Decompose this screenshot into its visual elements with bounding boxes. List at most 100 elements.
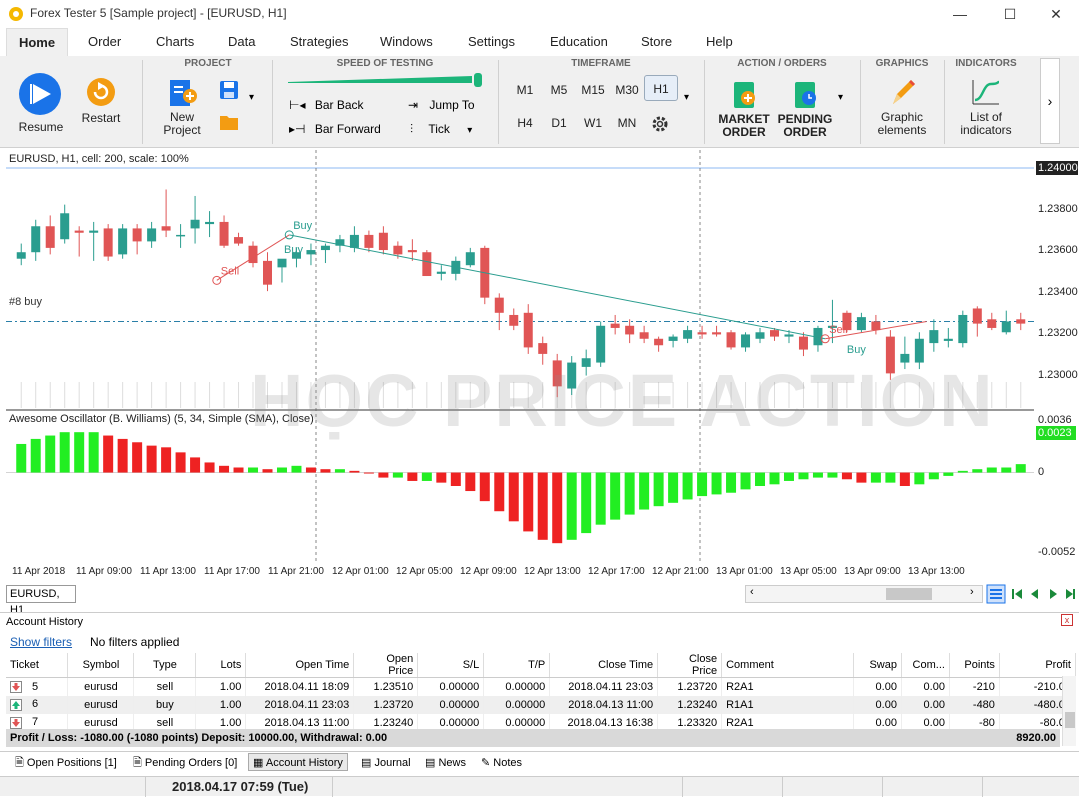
menu-help[interactable]: Help xyxy=(702,28,737,56)
col-open-time[interactable]: Open Time xyxy=(245,653,355,678)
oscillator-bar xyxy=(190,457,201,473)
table-row[interactable]: 5 eurusd sell 1.00 2018.04.11 18:09 1.23510 0.… xyxy=(6,677,1077,696)
tf-h4[interactable]: H4 xyxy=(508,110,542,136)
menu-order[interactable]: Order xyxy=(84,28,125,56)
tick-dropdown-icon[interactable]: ▾ xyxy=(467,125,472,136)
candle-body xyxy=(393,245,403,255)
table-row[interactable]: 6 eurusd buy 1.00 2018.04.11 23:03 1.23720 0.0… xyxy=(6,695,1077,714)
col-comment[interactable]: Comment xyxy=(721,653,854,678)
scroll-right-icon[interactable]: › xyxy=(970,586,974,598)
menu-strategies[interactable]: Strategies xyxy=(286,28,353,56)
oscillator-bar xyxy=(870,472,881,483)
tab-journal[interactable]: ▤ Journal xyxy=(356,753,416,771)
col-ticket[interactable]: Ticket xyxy=(6,653,69,678)
menu-charts[interactable]: Charts xyxy=(152,28,198,56)
orders-dropdown-icon[interactable]: ▾ xyxy=(838,92,843,103)
timeframe-dropdown-icon[interactable]: ▾ xyxy=(684,92,689,103)
restart-button[interactable]: Restart xyxy=(78,77,124,125)
col-commission[interactable]: Com... xyxy=(901,653,950,678)
first-bar-icon[interactable] xyxy=(1012,589,1022,599)
history-scroll-thumb[interactable] xyxy=(1065,712,1075,728)
col-swap[interactable]: Swap xyxy=(853,653,902,678)
save-dropdown-icon[interactable]: ▾ xyxy=(249,92,254,103)
table-cell: 0.00000 xyxy=(417,695,485,714)
tab-account-history[interactable]: ▦ Account History xyxy=(248,753,348,771)
price-chart[interactable]: SellBuySellBuyBuy xyxy=(6,150,1034,562)
tick-button[interactable]: ⫶ Tick ▾ xyxy=(410,122,472,138)
last-bar-icon[interactable] xyxy=(1066,589,1075,599)
menu-store[interactable]: Store xyxy=(637,28,676,56)
ribbon-scroll-right-button[interactable]: › xyxy=(1040,58,1060,144)
tf-m1[interactable]: M1 xyxy=(508,77,542,103)
col-close-time[interactable]: Close Time xyxy=(549,653,659,678)
tf-m15[interactable]: M15 xyxy=(576,77,610,103)
open-folder-icon[interactable] xyxy=(219,113,239,131)
tf-m30[interactable]: M30 xyxy=(610,77,644,103)
oscillator-bar xyxy=(146,445,157,473)
status-divider xyxy=(982,777,983,797)
pending-order-button[interactable]: PENDING ORDER xyxy=(776,80,834,139)
bar-forward-button[interactable]: ▸⊣ Bar Forward xyxy=(289,122,381,138)
col-sl[interactable]: S/L xyxy=(417,653,485,678)
col-symbol[interactable]: Symbol xyxy=(67,653,135,678)
tab-pending-orders[interactable]: 🗎 Pending Orders [0] xyxy=(128,753,242,771)
tab-open-positions[interactable]: 🗎 Open Positions [1] xyxy=(10,753,122,771)
save-icon[interactable] xyxy=(219,80,239,100)
col-lots[interactable]: Lots xyxy=(195,653,247,678)
chart-list-icon[interactable] xyxy=(986,584,1006,604)
col-tp[interactable]: T/P xyxy=(483,653,551,678)
graphic-elements-button[interactable]: Graphic elements xyxy=(872,76,932,137)
list-of-indicators-button[interactable]: List of indicators xyxy=(956,76,1016,137)
speed-slider[interactable] xyxy=(286,72,486,88)
tf-d1[interactable]: D1 xyxy=(542,110,576,136)
col-open-price[interactable]: Open Price xyxy=(353,653,419,678)
menu-settings[interactable]: Settings xyxy=(464,28,519,56)
menu-data[interactable]: Data xyxy=(224,28,259,56)
oscillator-bar xyxy=(740,472,751,490)
project-group-title: PROJECT xyxy=(184,58,232,69)
tab-news[interactable]: ▤ News xyxy=(420,753,471,771)
scroll-thumb[interactable] xyxy=(886,588,932,600)
panel-close-icon[interactable]: x xyxy=(1061,614,1073,626)
tf-w1[interactable]: W1 xyxy=(576,110,610,136)
show-filters-link[interactable]: Show filters xyxy=(10,635,72,649)
trade-arrow-icon xyxy=(10,698,22,711)
new-project-button[interactable]: New Project xyxy=(160,78,204,137)
tab-notes[interactable]: ✎ Notes xyxy=(476,753,527,771)
menu-home[interactable]: Home xyxy=(6,28,68,56)
scroll-left-icon[interactable]: ‹ xyxy=(750,586,754,598)
symbol-tab[interactable]: EURUSD, H1 xyxy=(6,585,76,616)
tf-m5[interactable]: M5 xyxy=(542,77,576,103)
jump-to-button[interactable]: ⇥ Jump To xyxy=(408,98,475,114)
play-icon xyxy=(19,73,61,115)
cell-text: 2018.04.13 11:00 xyxy=(568,698,654,711)
oscillator-bar xyxy=(494,472,505,512)
menu-education[interactable]: Education xyxy=(546,28,612,56)
minimize-button[interactable]: — xyxy=(950,4,970,24)
prev-bar-icon[interactable] xyxy=(1031,589,1038,599)
market-order-button[interactable]: MARKET ORDER xyxy=(716,80,772,139)
resume-button[interactable]: Resume xyxy=(18,72,64,134)
history-scrollbar[interactable] xyxy=(1062,676,1076,746)
col-type[interactable]: Type xyxy=(133,653,197,678)
gear-icon[interactable] xyxy=(650,114,670,134)
bar-back-button[interactable]: ⊢◂ Bar Back xyxy=(289,98,364,114)
tf-h1[interactable]: H1 xyxy=(644,75,678,101)
candle-body xyxy=(509,314,519,326)
menu-windows[interactable]: Windows xyxy=(376,28,437,56)
col-profit[interactable]: Profit xyxy=(999,653,1077,678)
col-points[interactable]: Points xyxy=(949,653,1000,678)
tab-label: Journal xyxy=(374,757,411,769)
col-close-price[interactable]: Close Price xyxy=(657,653,723,678)
maximize-button[interactable]: ☐ xyxy=(1000,4,1020,24)
close-button[interactable]: ✕ xyxy=(1046,4,1066,24)
horizontal-scrollbar[interactable]: ‹ › xyxy=(745,585,983,603)
cell-text: 6 xyxy=(32,698,39,711)
oscillator-bar xyxy=(465,472,476,492)
next-bar-icon[interactable] xyxy=(1050,589,1057,599)
cell-text: 0.00000 xyxy=(505,680,546,693)
app-logo-icon xyxy=(9,7,23,21)
speed-slider-thumb[interactable] xyxy=(474,73,482,87)
jump-to-label: Jump To xyxy=(429,98,475,112)
tf-mn[interactable]: MN xyxy=(610,110,644,136)
